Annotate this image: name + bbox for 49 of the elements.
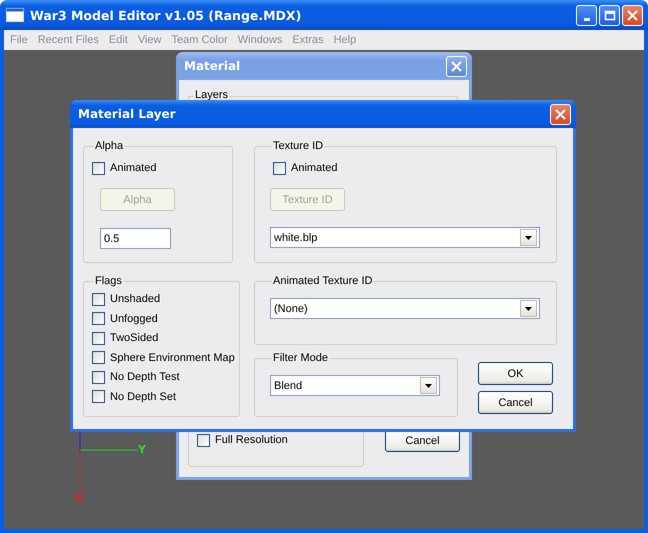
axis-label: X (75, 492, 84, 505)
dropdown[interactable]: white.blp (270, 227, 540, 248)
close-button[interactable] (622, 4, 643, 26)
checkbox-label: Animated (110, 162, 156, 174)
checkbox-label: Unfogged (110, 312, 158, 324)
checkbox-label: Sphere Environment Map (110, 352, 235, 364)
group-label: Alpha (94, 140, 124, 152)
close-button[interactable] (446, 56, 467, 76)
maximize-button[interactable] (599, 4, 620, 26)
alpha-field[interactable]: 0.5 (100, 228, 171, 249)
checkbox-label: Full Resolution (215, 434, 288, 446)
checkbox[interactable] (92, 292, 105, 306)
caret-icon (525, 236, 532, 240)
minimize-icon (584, 18, 590, 20)
checkbox[interactable] (273, 162, 286, 174)
window-title: War3 Model Editor v1.05 (Range.MDX) (30, 8, 302, 22)
cancel-button[interactable]: Cancel (478, 391, 553, 414)
window-icon (6, 8, 24, 22)
axis-label: Y (138, 443, 146, 456)
maximize-icon (604, 10, 616, 20)
checkbox[interactable] (92, 162, 105, 174)
caret-icon (425, 384, 432, 388)
checkbox[interactable] (92, 390, 105, 403)
window-title: Material (184, 59, 242, 73)
group-label: Animated Texture ID (272, 275, 374, 287)
group-label: Layers (194, 89, 230, 101)
close-icon (555, 108, 566, 120)
checkbox[interactable] (92, 370, 105, 384)
dropdown[interactable]: (None) (270, 298, 540, 319)
window-title: Material Layer (78, 107, 177, 121)
checkbox-label: No Depth Test (110, 371, 180, 383)
caret-icon (525, 306, 532, 310)
close-button[interactable] (550, 104, 571, 124)
group-label: Flags (94, 275, 123, 287)
checkbox[interactable] (92, 332, 105, 344)
checkbox[interactable] (197, 434, 210, 446)
group-label: Filter Mode (272, 352, 330, 364)
dropdown[interactable]: Blend (270, 375, 440, 396)
checkbox[interactable] (92, 351, 105, 364)
group-label: Texture ID (272, 140, 324, 152)
close-icon (627, 10, 638, 20)
ok-button[interactable]: OK (478, 362, 553, 385)
minimize-button[interactable] (576, 4, 597, 26)
close-icon (451, 60, 462, 72)
checkbox-label: No Depth Set (110, 390, 176, 402)
checkbox-label: Animated (291, 162, 338, 174)
checkbox-label: Unshaded (110, 293, 160, 305)
checkbox[interactable] (92, 312, 105, 325)
checkbox-label: TwoSided (110, 332, 158, 344)
